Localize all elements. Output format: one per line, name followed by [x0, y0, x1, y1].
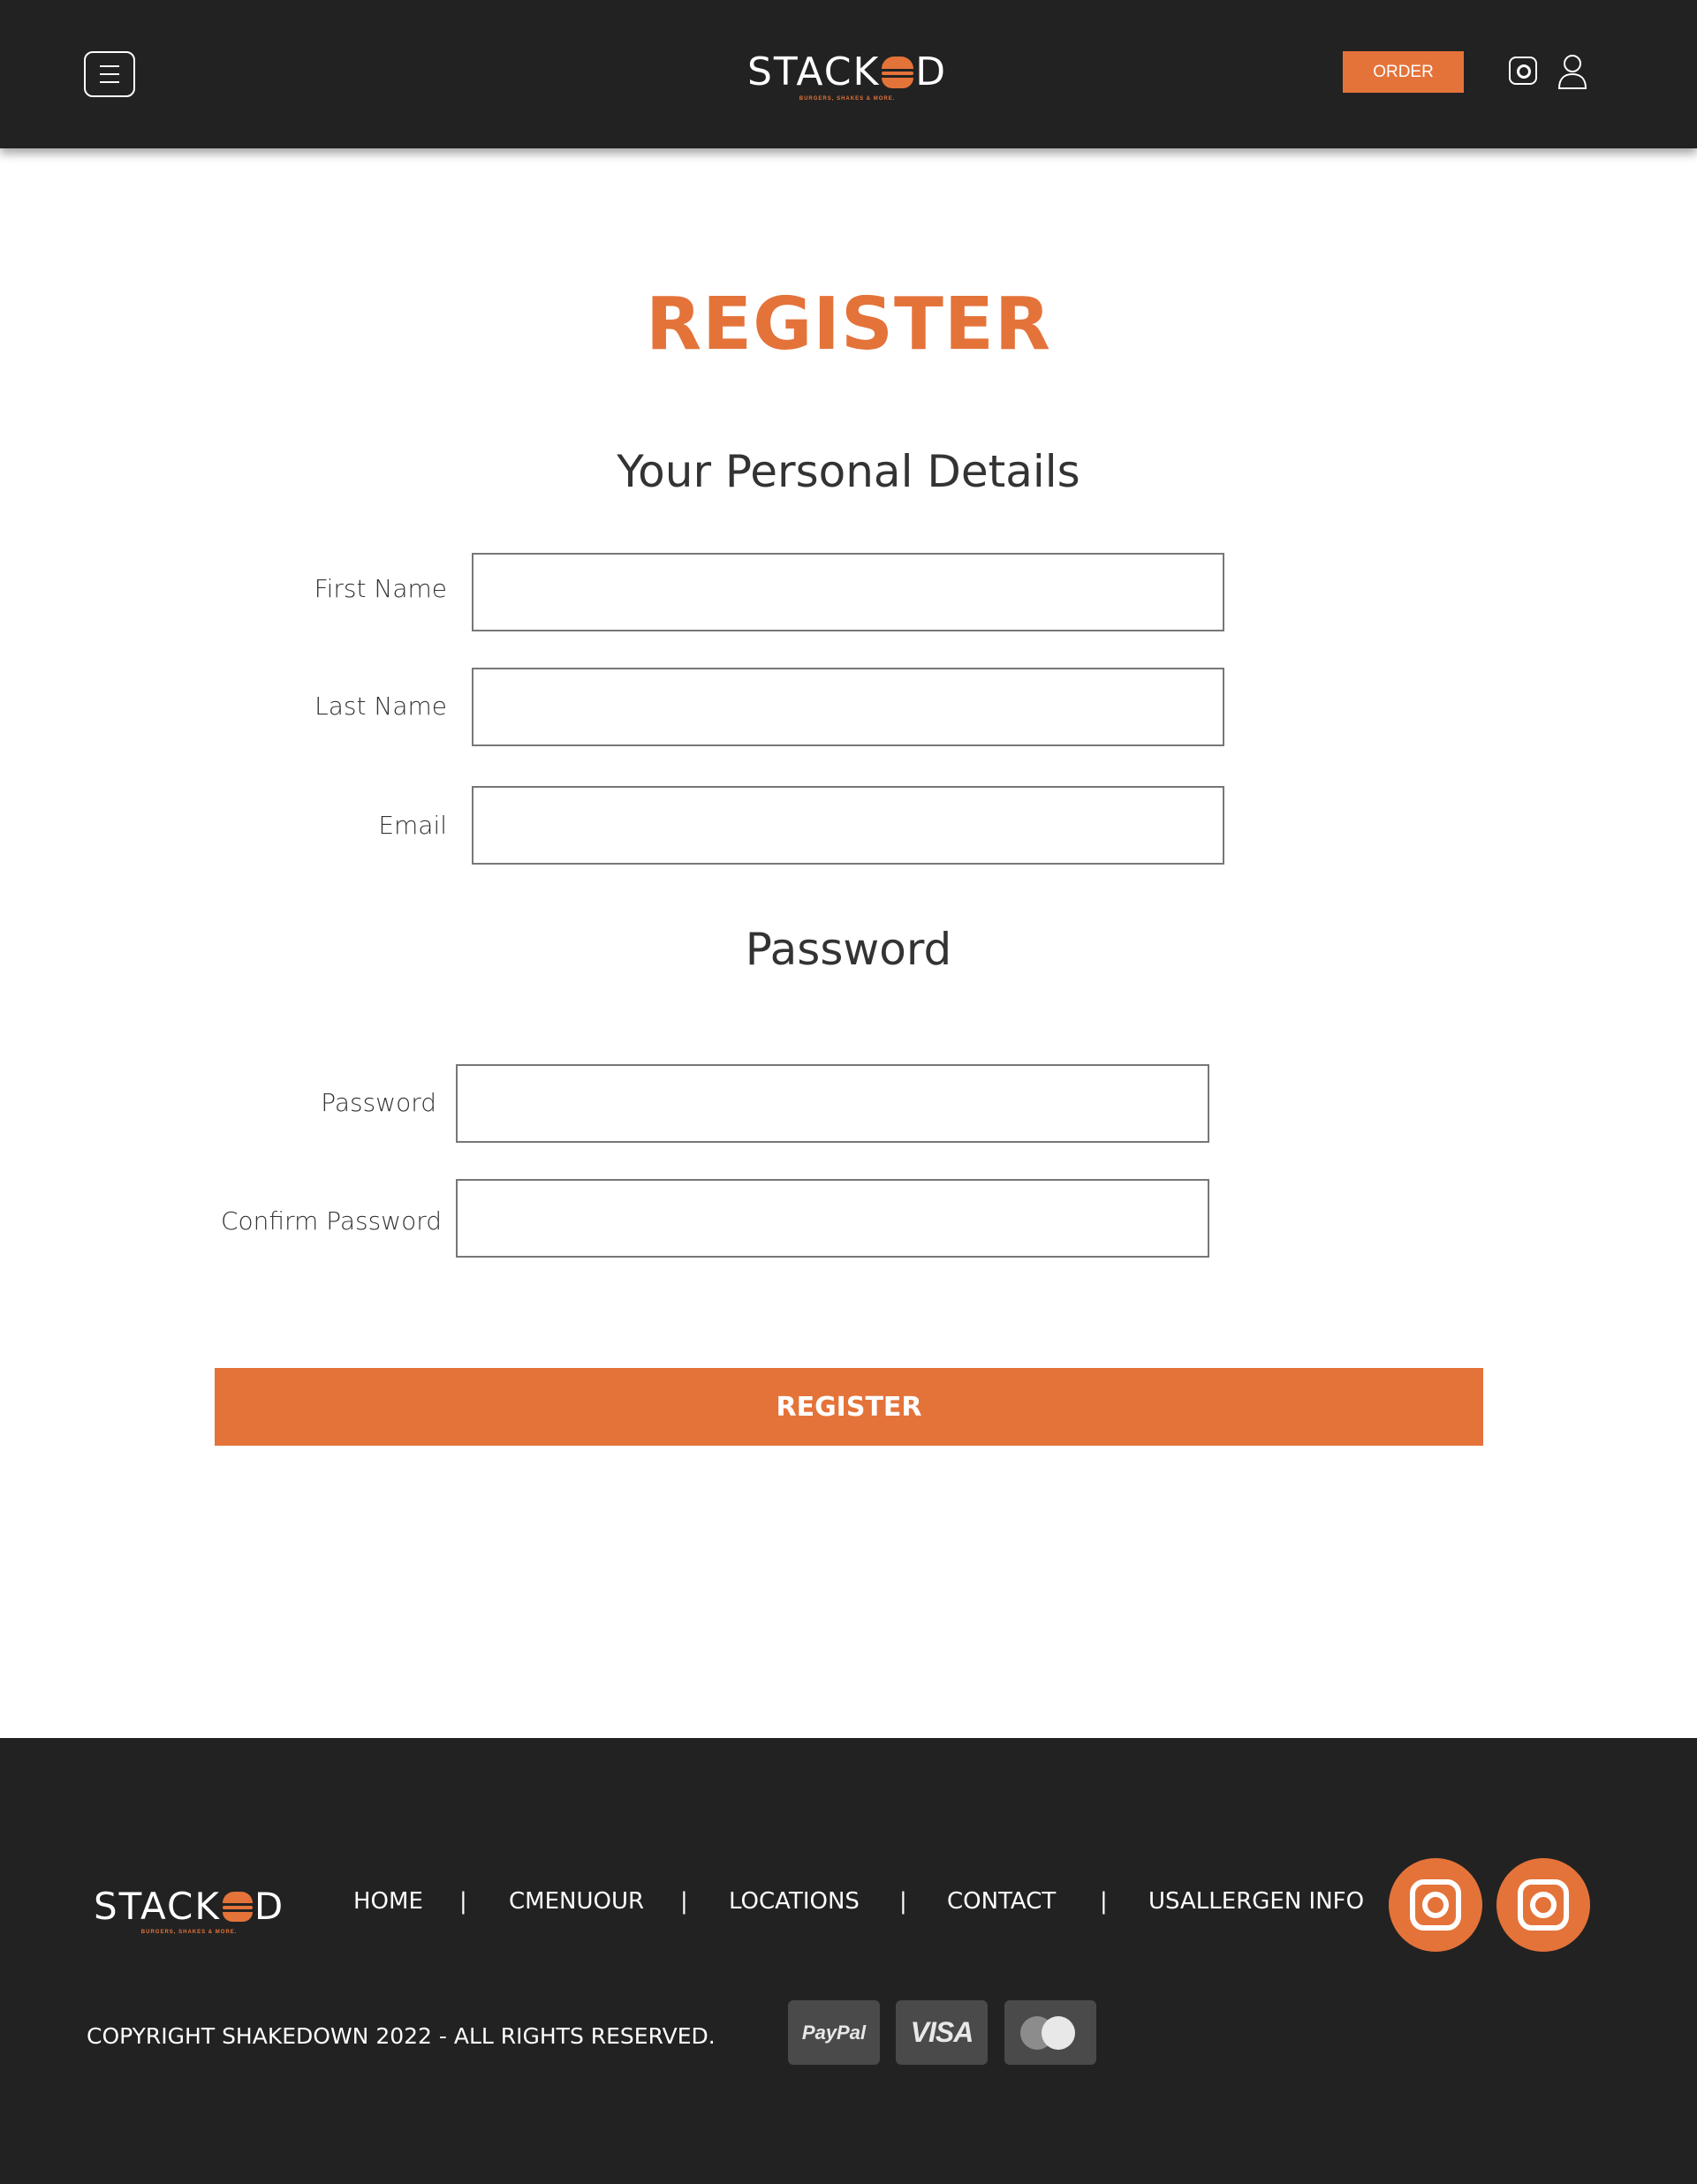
menu-icon[interactable] [84, 51, 135, 97]
footer-brand-logo[interactable]: STACK D BURGERS, SHAKES & MORE. [94, 1885, 284, 1935]
burger-logo-icon [882, 56, 914, 88]
first-name-input[interactable] [472, 553, 1224, 631]
personal-details-heading: Your Personal Details [617, 446, 1080, 497]
order-button[interactable]: ORDER [1343, 51, 1464, 93]
instagram-icon[interactable] [1509, 57, 1537, 85]
page-title: REGISTER [645, 283, 1052, 367]
confirm-password-label: Confirm Password [220, 1206, 442, 1236]
brand-name-left: STACK [747, 49, 881, 94]
site-header: STACK D BURGERS, SHAKES & MORE. ORDER [0, 0, 1697, 148]
visa-icon: VISA [896, 2000, 988, 2065]
footer-link-locations[interactable]: LOCATIONS [729, 1888, 860, 1915]
footer-separator: | [459, 1888, 467, 1915]
password-heading: Password [745, 924, 952, 975]
footer-link-allergen[interactable]: USALLERGEN INFO [1148, 1888, 1364, 1915]
last-name-input[interactable] [472, 668, 1224, 746]
footer-separator: | [680, 1888, 688, 1915]
first-name-label: First Name [314, 574, 447, 603]
email-label: Email [378, 811, 447, 840]
brand-wordmark: STACK D [747, 49, 947, 94]
confirm-password-input[interactable] [456, 1179, 1209, 1258]
password-input[interactable] [456, 1064, 1209, 1143]
copyright-text: COPYRIGHT SHAKEDOWN 2022 - ALL RIGHTS RE… [87, 2023, 716, 2049]
site-footer [0, 1738, 1697, 2184]
register-button[interactable]: REGISTER [215, 1368, 1483, 1446]
instagram-icon[interactable] [1496, 1858, 1590, 1952]
footer-brand-name-right: D [254, 1885, 285, 1928]
email-input[interactable] [472, 786, 1224, 865]
brand-name-right: D [915, 49, 948, 94]
footer-brand-tagline: BURGERS, SHAKES & MORE. [140, 1930, 238, 1935]
footer-link-contact[interactable]: CONTACT [947, 1888, 1056, 1915]
instagram-icon[interactable] [1389, 1858, 1482, 1952]
paypal-icon: PayPal [788, 2000, 880, 2065]
password-label: Password [321, 1088, 436, 1117]
user-icon[interactable] [1557, 53, 1588, 90]
burger-logo-icon [222, 1891, 253, 1922]
footer-brand-name-left: STACK [94, 1885, 221, 1928]
mastercard-icon [1004, 2000, 1096, 2065]
footer-brand-wordmark: STACK D [94, 1885, 284, 1928]
brand-logo[interactable]: STACK D BURGERS, SHAKES & MORE. [747, 49, 947, 102]
last-name-label: Last Name [314, 691, 447, 721]
footer-link-home[interactable]: HOME [353, 1888, 423, 1915]
footer-separator: | [1100, 1888, 1108, 1915]
brand-tagline: BURGERS, SHAKES & MORE. [799, 96, 896, 102]
footer-separator: | [899, 1888, 907, 1915]
footer-link-menu[interactable]: CMENUOUR [509, 1888, 644, 1915]
